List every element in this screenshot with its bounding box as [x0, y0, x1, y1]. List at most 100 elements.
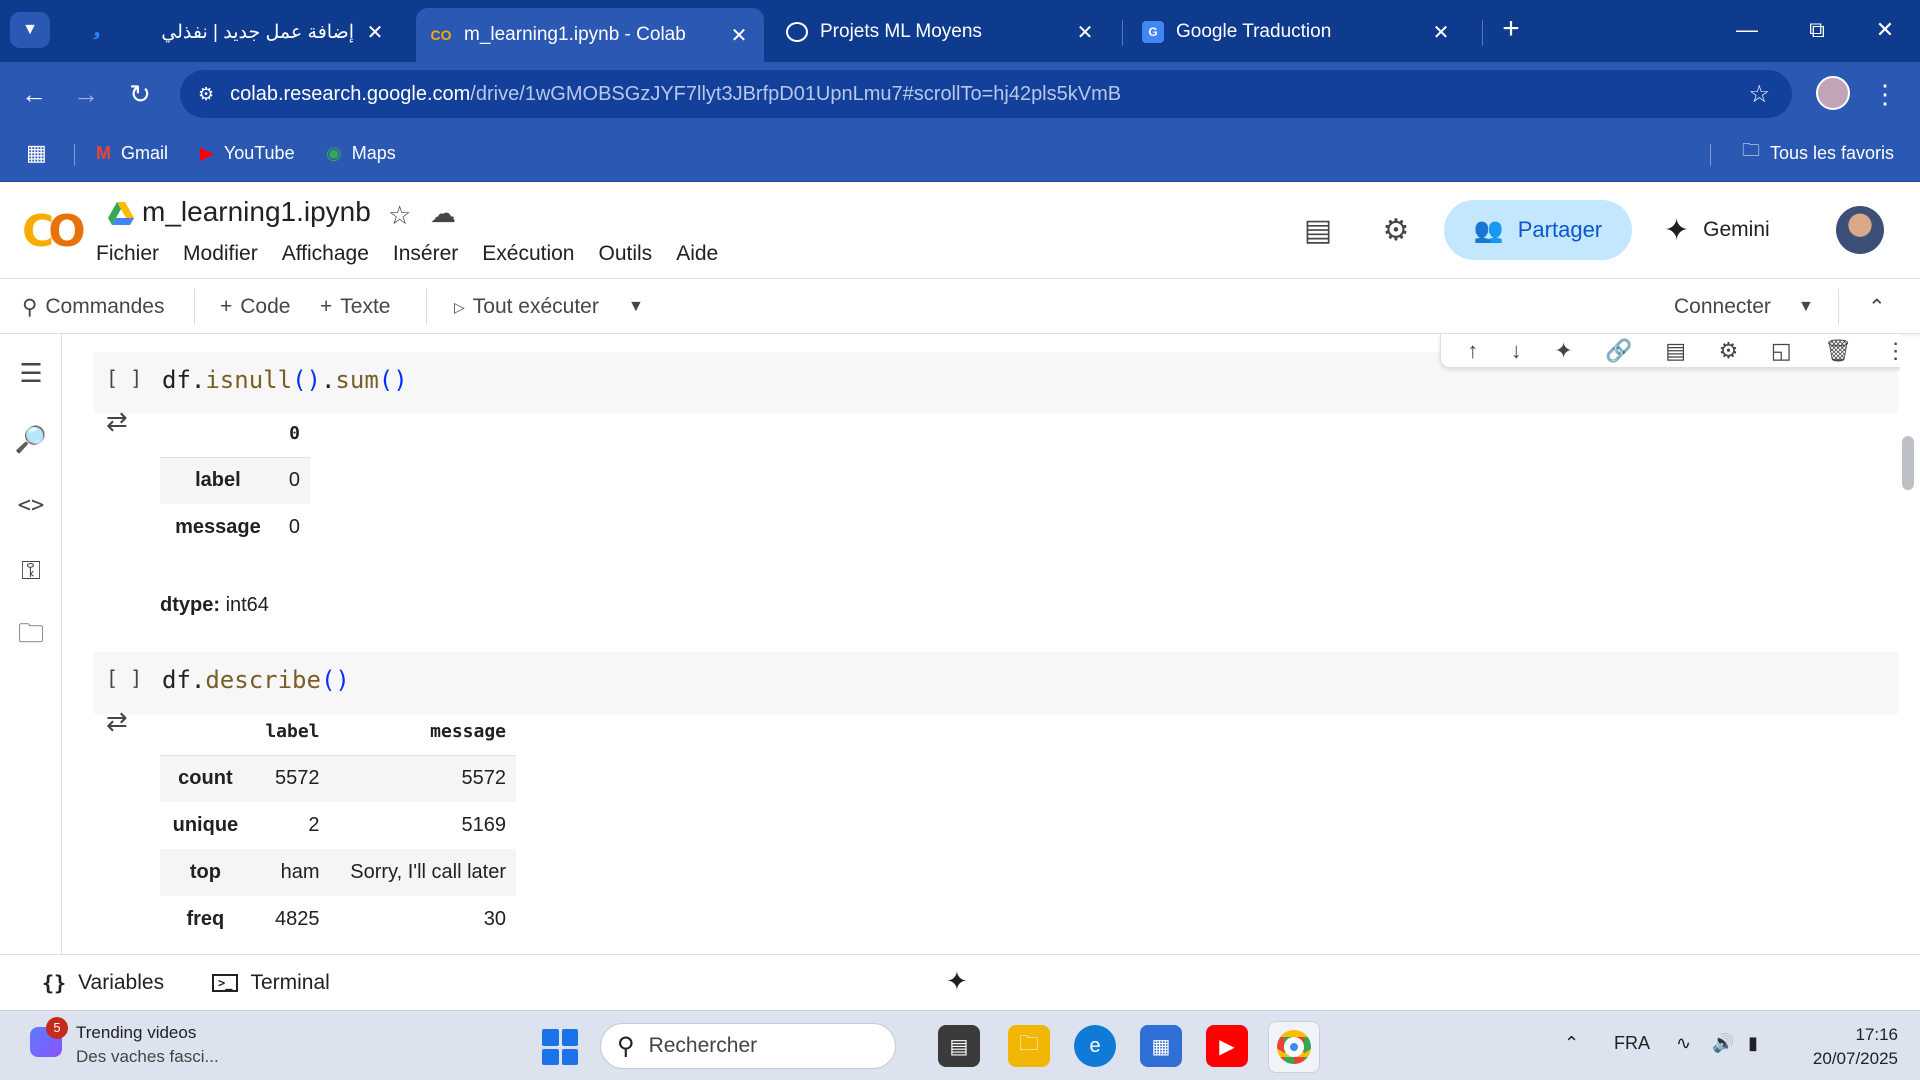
run-all-dropdown[interactable]: ▼: [628, 291, 644, 323]
notebook-toolbar: ⚲ Commandes + Code + Texte ▷ Tout exécut…: [0, 278, 1920, 334]
menu-modifier[interactable]: Modifier: [183, 242, 258, 266]
menu-outils[interactable]: Outils: [599, 242, 653, 266]
taskbar-search[interactable]: ⚲ Rechercher: [600, 1023, 896, 1069]
task-view-icon[interactable]: ▤: [938, 1025, 980, 1067]
window-close-button[interactable]: ✕: [1858, 10, 1912, 50]
add-text-button[interactable]: + Texte: [320, 291, 390, 323]
restore-button[interactable]: ⧉: [1790, 10, 1844, 50]
delete-icon[interactable]: 🗑: [1824, 338, 1852, 364]
store-icon[interactable]: ▦: [1140, 1025, 1182, 1067]
commands-button[interactable]: ⚲ Commandes: [22, 291, 164, 323]
profile-avatar[interactable]: [1816, 76, 1850, 110]
wifi-icon[interactable]: ∿: [1676, 1033, 1691, 1054]
youtube-app-icon[interactable]: ▶: [1206, 1025, 1248, 1067]
google-drive-icon[interactable]: [108, 202, 134, 226]
cell-label: 5572: [275, 767, 320, 790]
mirror-cell-icon[interactable]: ◱: [1771, 338, 1792, 364]
language-indicator[interactable]: FRA: [1614, 1033, 1650, 1054]
notebook-scrollbar[interactable]: [1902, 436, 1914, 490]
code-line[interactable]: df.isnull().sum(): [162, 366, 408, 394]
add-code-label: Code: [240, 295, 291, 318]
apps-grid-icon[interactable]: ▦: [26, 138, 47, 168]
gemini-spark-icon[interactable]: ✦: [1554, 338, 1572, 364]
tray-overflow-icon[interactable]: ⌃: [1564, 1033, 1579, 1054]
star-icon[interactable]: ☆: [388, 200, 411, 231]
chrome-menu-icon[interactable]: ⋮: [1872, 76, 1898, 112]
widget-title[interactable]: Trending videos: [76, 1023, 196, 1043]
menu-execution[interactable]: Exécution: [482, 242, 574, 266]
gemini-spark-icon[interactable]: ✦: [946, 965, 968, 997]
url-bar[interactable]: ⚙ colab.research.google.com/drive/1wGMOB…: [180, 70, 1792, 118]
bookmark-maps[interactable]: ◉ Maps: [326, 138, 396, 168]
bookmark-gmail[interactable]: M Gmail: [96, 138, 168, 168]
close-icon[interactable]: ✕: [1074, 20, 1096, 45]
close-icon[interactable]: ✕: [728, 23, 750, 48]
menu-inserer[interactable]: Insérer: [393, 242, 458, 266]
tab-colab[interactable]: CO m_learning1.ipynb - Colab ✕: [416, 8, 764, 62]
reload-button[interactable]: ↻: [122, 76, 158, 112]
terminal-button[interactable]: >_ Terminal: [212, 967, 330, 999]
account-avatar[interactable]: [1836, 206, 1884, 254]
bookmark-star-icon[interactable]: ☆: [1748, 80, 1770, 109]
more-vert-icon[interactable]: ⋮: [1885, 338, 1900, 364]
move-down-icon[interactable]: ↓: [1511, 338, 1522, 364]
new-tab-button[interactable]: +: [1494, 14, 1528, 48]
code-function: isnull: [205, 366, 293, 394]
notebook-title[interactable]: m_learning1.ipynb: [142, 196, 371, 228]
run-cell-button[interactable]: [ ]: [106, 366, 142, 390]
colab-logo[interactable]: CO: [22, 206, 86, 257]
find-replace-icon[interactable]: 🔎: [12, 420, 50, 458]
close-icon[interactable]: ✕: [364, 20, 386, 45]
variables-button[interactable]: {} Variables: [42, 967, 164, 999]
code-cell[interactable]: [ ] df.describe(): [94, 652, 1898, 714]
collapse-header-button[interactable]: ⌃: [1868, 291, 1886, 323]
menu-aide[interactable]: Aide: [676, 242, 718, 266]
tab-projets-ml[interactable]: Projets ML Moyens ✕: [772, 10, 1110, 54]
comments-icon[interactable]: ▤: [1298, 210, 1338, 250]
close-icon[interactable]: ✕: [1430, 20, 1452, 45]
menu-affichage[interactable]: Affichage: [282, 242, 369, 266]
secrets-key-icon[interactable]: ⚿: [12, 552, 50, 590]
add-code-button[interactable]: + Code: [220, 291, 290, 323]
link-icon[interactable]: 🔗: [1605, 338, 1632, 364]
move-up-icon[interactable]: ↑: [1467, 338, 1478, 364]
code-snippets-icon[interactable]: <>: [12, 486, 50, 524]
widget-subtitle[interactable]: Des vaches fasci...: [76, 1047, 219, 1067]
code-line[interactable]: df.describe(): [162, 666, 350, 694]
tab-nafezly[interactable]: و إضافة عمل جديد | نفذلي ✕: [72, 10, 400, 54]
tab-search-button[interactable]: ▼: [10, 12, 50, 48]
forward-button[interactable]: →: [68, 76, 104, 112]
share-button[interactable]: 👥 Partager: [1444, 200, 1632, 260]
windows-start-icon[interactable]: [542, 1029, 578, 1065]
cell-message: 5572: [461, 767, 507, 790]
minimize-button[interactable]: —: [1720, 10, 1774, 50]
connect-button[interactable]: Connecter: [1674, 291, 1771, 323]
volume-icon[interactable]: 🔊: [1712, 1033, 1734, 1054]
menu-fichier[interactable]: Fichier: [96, 242, 159, 266]
settings-gear-icon[interactable]: ⚙: [1719, 338, 1739, 364]
bookmark-label: Maps: [351, 142, 396, 163]
file-explorer-icon[interactable]: 🗀: [1008, 1025, 1050, 1067]
gemini-button[interactable]: ✦ Gemini: [1664, 200, 1804, 260]
output-actions-icon[interactable]: ⇄: [106, 706, 142, 738]
run-cell-button[interactable]: [ ]: [106, 666, 142, 690]
site-settings-icon[interactable]: ⚙: [198, 84, 214, 105]
run-all-button[interactable]: ▷ Tout exécuter: [454, 291, 599, 323]
comment-icon[interactable]: ▤: [1665, 338, 1686, 364]
edge-icon[interactable]: e: [1074, 1025, 1116, 1067]
chrome-icon[interactable]: [1268, 1021, 1320, 1073]
battery-icon[interactable]: ▮: [1748, 1033, 1758, 1054]
url-host: colab.research.google.com: [230, 82, 471, 105]
cloud-saved-icon[interactable]: ☁: [430, 198, 456, 229]
table-of-contents-icon[interactable]: ☰: [12, 354, 50, 392]
output-actions-icon[interactable]: ⇄: [106, 406, 142, 438]
bookmark-youtube[interactable]: ▶ YouTube: [200, 138, 295, 168]
tab-google-traduction[interactable]: G Google Traduction ✕: [1128, 10, 1466, 54]
connect-dropdown[interactable]: ▼: [1798, 291, 1814, 323]
files-folder-icon[interactable]: 🗀: [12, 618, 50, 656]
run-all-label: Tout exécuter: [472, 295, 599, 318]
system-clock[interactable]: 17:16 20/07/2025: [1790, 1023, 1898, 1071]
back-button[interactable]: ←: [16, 76, 52, 112]
settings-gear-icon[interactable]: ⚙: [1376, 210, 1416, 250]
all-bookmarks[interactable]: 🗀 Tous les favoris: [1742, 138, 1894, 168]
